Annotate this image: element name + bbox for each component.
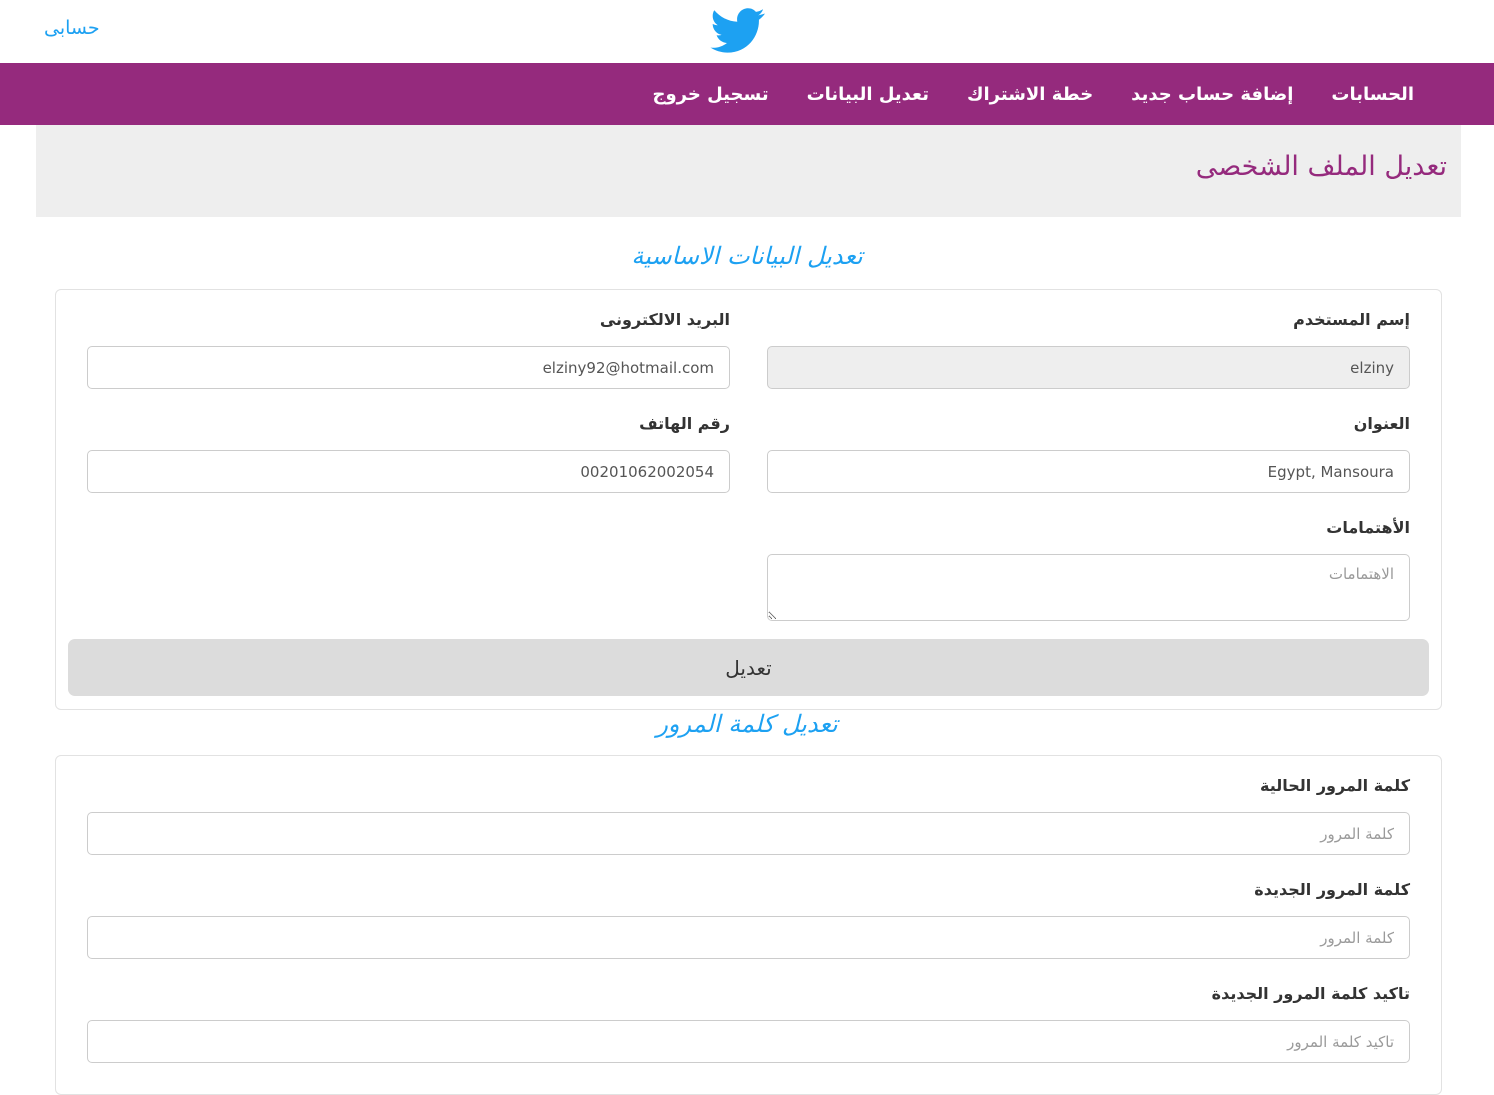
email-label: البريد الالكترونى: [599, 310, 730, 329]
new-password-input[interactable]: [87, 916, 1410, 959]
basic-info-heading: تعديل البيانات الاساسية: [631, 242, 863, 270]
username-input[interactable]: [767, 346, 1410, 389]
password-card: كلمة المرور الحالية كلمة المرور الجديدة …: [55, 755, 1442, 1095]
username-label: إسم المستخدم: [1293, 310, 1410, 329]
nav-menu: الحسابات إضافة حساب جديد خطة الاشتراك تع…: [653, 63, 1414, 125]
nav-item-logout[interactable]: تسجيل خروج: [653, 84, 769, 105]
phone-label: رقم الهاتف: [639, 414, 730, 433]
nav-item-edit-data[interactable]: تعديل البيانات: [807, 84, 929, 105]
interests-label: الأهتمامات: [1326, 518, 1410, 537]
top-bar: حسابى: [0, 0, 1494, 63]
email-input[interactable]: [87, 346, 730, 389]
confirm-password-label: تاكيد كلمة المرور الجديدة: [1211, 984, 1410, 1003]
twitter-bird-icon[interactable]: [710, 8, 766, 54]
nav-item-add-account[interactable]: إضافة حساب جديد: [1131, 84, 1293, 105]
nav-item-subscription-plan[interactable]: خطة الاشتراك: [967, 84, 1093, 105]
update-basic-info-button[interactable]: تعديل: [68, 639, 1429, 696]
nav-item-accounts[interactable]: الحسابات: [1331, 84, 1414, 105]
main-navbar: الحسابات إضافة حساب جديد خطة الاشتراك تع…: [0, 63, 1494, 125]
interests-textarea[interactable]: [767, 554, 1410, 621]
new-password-label: كلمة المرور الجديدة: [1254, 880, 1410, 899]
phone-input[interactable]: [87, 450, 730, 493]
current-password-label: كلمة المرور الحالية: [1259, 776, 1410, 795]
confirm-password-input[interactable]: [87, 1020, 1410, 1063]
basic-info-card: إسم المستخدم العنوان الأهتمامات البريد ا…: [55, 289, 1442, 710]
password-heading: تعديل كلمة المرور: [656, 710, 838, 738]
my-account-link[interactable]: حسابى: [44, 17, 100, 39]
current-password-input[interactable]: [87, 812, 1410, 855]
address-input[interactable]: [767, 450, 1410, 493]
page-title: تعديل الملف الشخصى: [1195, 151, 1447, 182]
address-label: العنوان: [1353, 414, 1410, 433]
page-header: تعديل الملف الشخصى: [36, 125, 1461, 217]
